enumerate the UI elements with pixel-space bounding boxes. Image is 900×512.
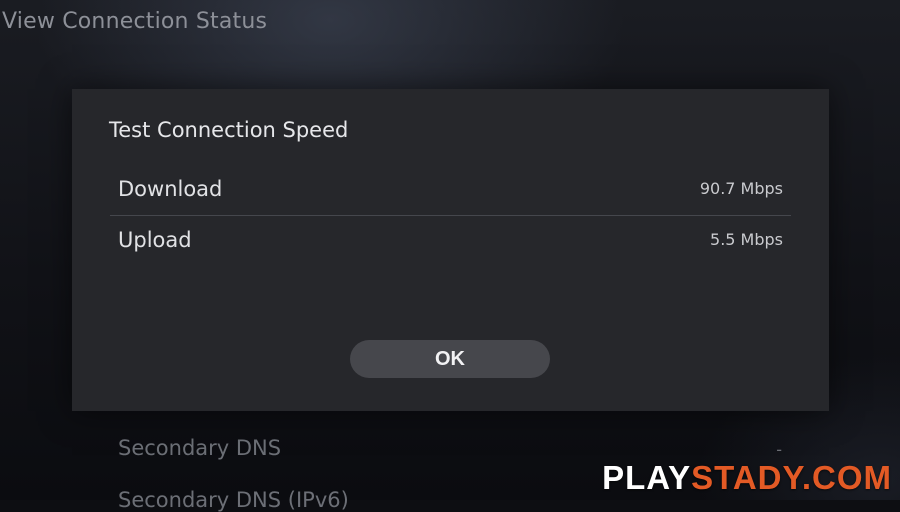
upload-row: Upload 5.5 Mbps	[110, 216, 791, 266]
upload-speed-value: 5.5 Mbps	[710, 230, 783, 249]
watermark-part-stady: STADY.COM	[691, 459, 892, 496]
test-connection-speed-dialog: Test Connection Speed Download 90.7 Mbps…	[72, 89, 829, 411]
dialog-title: Test Connection Speed	[109, 118, 349, 142]
download-label: Download	[118, 177, 223, 201]
download-speed-value: 90.7 Mbps	[699, 179, 783, 198]
watermark-part-play: PLAY	[602, 459, 692, 496]
upload-label: Upload	[118, 228, 192, 252]
list-item-secondary-dns-ipv6: Secondary DNS (IPv6)	[118, 488, 349, 512]
watermark-logo: PLAYSTADY.COM	[602, 459, 892, 497]
secondary-dns-value: -	[776, 440, 782, 459]
list-item-secondary-dns: Secondary DNS	[118, 436, 282, 460]
download-row: Download 90.7 Mbps	[110, 165, 791, 216]
ok-button[interactable]: OK	[350, 340, 550, 378]
